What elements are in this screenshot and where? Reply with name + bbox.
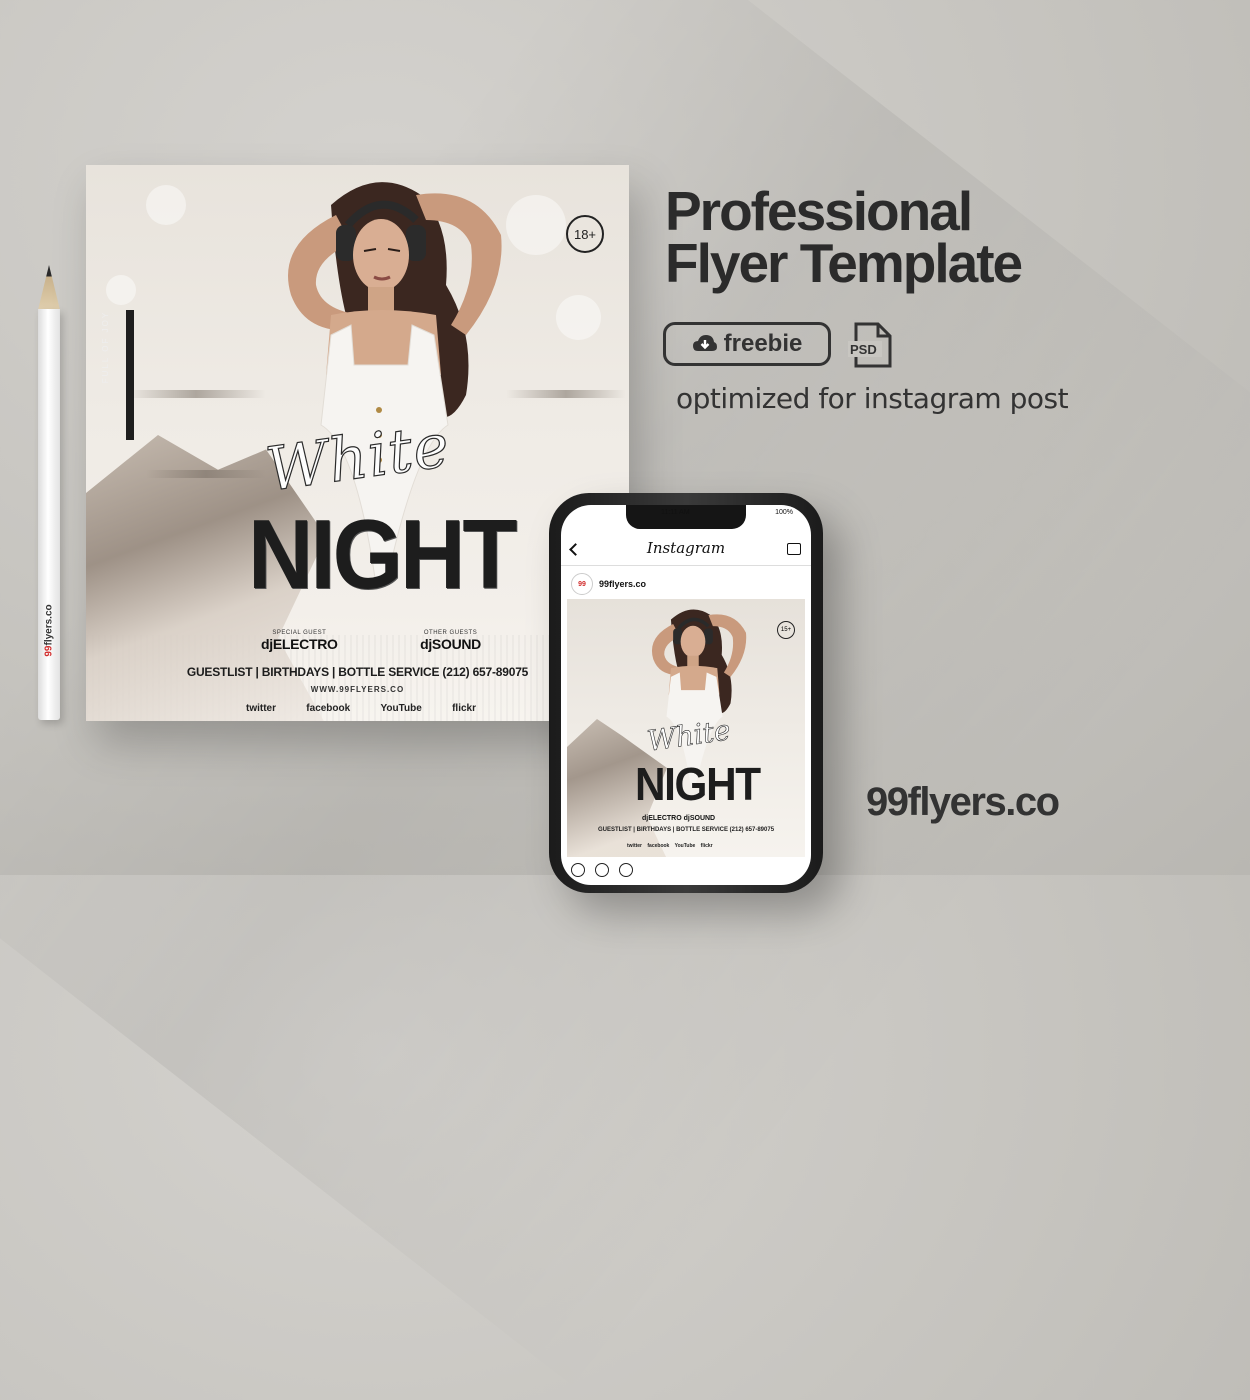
post-main-title: NIGHT (635, 758, 761, 810)
flyer-website: WWW.99FLYERS.CO (310, 685, 405, 694)
side-tag: FULL OF JOY (101, 310, 110, 384)
avatar[interactable]: 99 (571, 573, 593, 595)
flyer-main-title: NIGHT (248, 499, 517, 609)
brand-logo: 99flyers.co (866, 780, 1060, 824)
pencil-prop: 99flyers.co (38, 265, 60, 720)
pencil-tip (38, 265, 60, 310)
header-divider (561, 565, 811, 566)
inbox-icon[interactable] (787, 543, 801, 555)
guest-name: djSOUND (420, 636, 481, 652)
phone-mockup: 11:11 AM 100% Instagram 99 99flyers.co 1… (549, 493, 823, 893)
flickr-label: flickr (452, 703, 476, 714)
post-guests: djELECTRO djSOUND (642, 815, 716, 822)
headline-line-2: Flyer Template (665, 232, 1023, 294)
age-badge: 15+ (777, 621, 795, 639)
freebie-button[interactable]: freebie (663, 322, 831, 366)
flyer-preview: FULL OF JOY 18+ White NIGHT SPECIAL GUES… (86, 165, 629, 721)
phone-screen: 11:11 AM 100% Instagram 99 99flyers.co 1… (561, 505, 811, 885)
headline-line-1: Professional (665, 180, 973, 242)
side-tag-bar (126, 310, 134, 440)
flyer-socials: twitter facebook YouTube flickr (246, 703, 476, 714)
guest-special: SPECIAL GUEST djELECTRO (261, 630, 338, 652)
cloud-download-icon (692, 335, 717, 351)
instagram-post-image[interactable]: 15+ White NIGHT djELECTRO djSOUND GUESTL… (567, 599, 805, 857)
youtube-label: YouTube (380, 703, 422, 714)
post-header[interactable]: 99 99flyers.co (571, 573, 646, 595)
pencil-brand: 99flyers.co (43, 604, 55, 657)
post-info-line: GUESTLIST | BIRTHDAYS | BOTTLE SERVICE (… (597, 827, 775, 833)
post-socials: twitter facebook YouTube flickr (627, 843, 713, 849)
facebook-label: facebook (306, 703, 351, 714)
bokeh-light (146, 185, 186, 225)
flyer-info-line: GUESTLIST | BIRTHDAYS | BOTTLE SERVICE (… (186, 665, 529, 679)
age-badge: 18+ (566, 215, 604, 253)
guest-other: OTHER GUESTS djSOUND (420, 630, 481, 652)
psd-file-icon: PSD (848, 322, 892, 368)
status-battery: 100% (775, 509, 793, 516)
status-time: 11:11 AM (661, 509, 690, 516)
account-name[interactable]: 99flyers.co (599, 579, 646, 589)
subtitle: optimized for instagram post (676, 382, 1069, 415)
freebie-label: freebie (723, 330, 803, 357)
headline: Professional Flyer Template (665, 180, 1023, 294)
psd-label: PSD (850, 342, 877, 357)
bokeh-light (556, 295, 601, 340)
guest-list: SPECIAL GUEST djELECTRO OTHER GUESTS djS… (261, 630, 481, 652)
guest-name: djELECTRO (261, 636, 338, 652)
twitter-label: twitter (246, 703, 276, 714)
app-title: Instagram (646, 539, 726, 557)
